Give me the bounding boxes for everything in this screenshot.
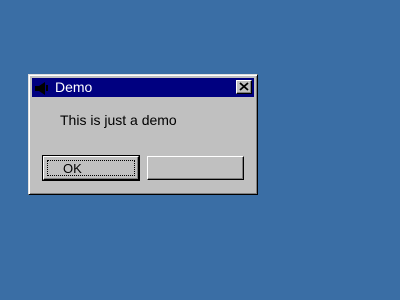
title-bar[interactable]: Demo [32, 78, 254, 97]
close-button[interactable] [236, 80, 252, 94]
ok-button-label: OK [63, 161, 82, 176]
dialog-message: This is just a demo [60, 112, 177, 128]
focus-ring [47, 160, 135, 176]
dialog-window: Demo This is just a demo OK [28, 74, 258, 195]
window-title: Demo [55, 79, 93, 95]
secondary-button[interactable] [147, 156, 244, 180]
app-icon [34, 80, 50, 96]
ok-button[interactable]: OK [42, 155, 140, 181]
close-icon [239, 78, 249, 96]
